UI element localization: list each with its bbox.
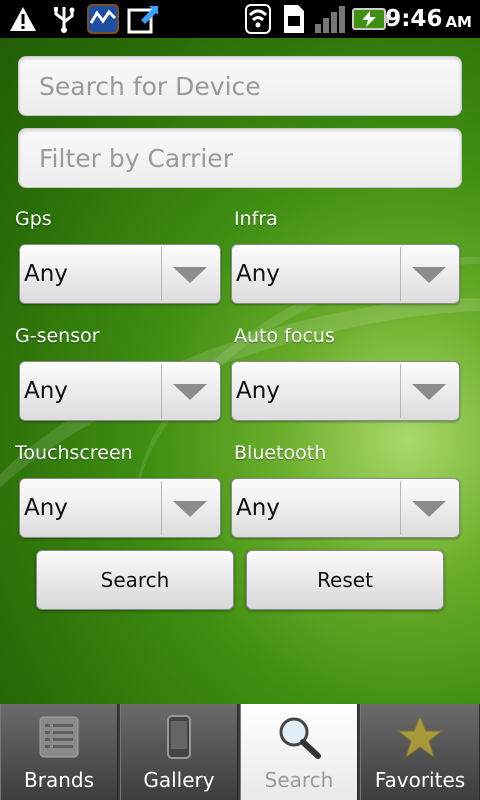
dropdown-arrow-icon bbox=[173, 384, 207, 400]
tab-gallery-label: Gallery bbox=[143, 768, 215, 792]
dropdown-arrow-icon bbox=[173, 501, 207, 517]
tab-favorites[interactable]: Favorites bbox=[360, 704, 480, 800]
auto-focus-select-value: Any bbox=[236, 378, 280, 404]
clock: 9:46 AM bbox=[385, 0, 472, 38]
touchscreen-select-value: Any bbox=[24, 495, 68, 521]
phone-icon bbox=[156, 714, 202, 760]
gps-label: Gps bbox=[15, 208, 52, 230]
tab-brands[interactable]: Brands bbox=[0, 704, 118, 800]
magnifier-icon bbox=[276, 714, 322, 760]
select-divider bbox=[161, 247, 162, 301]
tab-bar: Brands Gallery Search Favorites bbox=[0, 704, 480, 800]
status-bar: 9:46 AM bbox=[0, 0, 480, 38]
tab-search[interactable]: Search bbox=[240, 704, 358, 800]
list-icon bbox=[36, 714, 82, 760]
search-button[interactable]: Search bbox=[36, 550, 234, 610]
bluetooth-label: Bluetooth bbox=[234, 442, 327, 464]
search-device-input[interactable] bbox=[18, 56, 462, 116]
gps-select[interactable]: Any bbox=[19, 244, 221, 304]
infra-select[interactable]: Any bbox=[231, 244, 460, 304]
select-divider bbox=[161, 481, 162, 535]
select-divider bbox=[161, 364, 162, 418]
tab-gallery[interactable]: Gallery bbox=[120, 704, 238, 800]
touchscreen-select[interactable]: Any bbox=[19, 478, 221, 538]
select-divider bbox=[400, 247, 401, 301]
activity-icon bbox=[86, 4, 120, 34]
dropdown-arrow-icon bbox=[173, 267, 207, 283]
warning-icon bbox=[8, 4, 38, 34]
usb-icon bbox=[48, 4, 80, 34]
dropdown-arrow-icon bbox=[412, 267, 446, 283]
clock-time: 9:46 bbox=[385, 6, 443, 32]
touchscreen-label: Touchscreen bbox=[15, 442, 133, 464]
signal-icon bbox=[314, 4, 348, 34]
bluetooth-select-value: Any bbox=[236, 495, 280, 521]
tab-brands-label: Brands bbox=[24, 768, 94, 792]
gps-select-value: Any bbox=[24, 261, 68, 287]
bluetooth-select[interactable]: Any bbox=[231, 478, 460, 538]
carrier-filter-input[interactable] bbox=[18, 128, 462, 188]
auto-focus-label: Auto focus bbox=[234, 325, 335, 347]
infra-label: Infra bbox=[234, 208, 278, 230]
g-sensor-label: G-sensor bbox=[15, 325, 100, 347]
g-sensor-select-value: Any bbox=[24, 378, 68, 404]
star-icon bbox=[396, 714, 444, 760]
infra-select-value: Any bbox=[236, 261, 280, 287]
select-divider bbox=[400, 364, 401, 418]
select-divider bbox=[400, 481, 401, 535]
sim-icon bbox=[280, 4, 308, 34]
download-icon bbox=[126, 4, 160, 34]
dropdown-arrow-icon bbox=[412, 501, 446, 517]
wifi-icon bbox=[242, 4, 274, 34]
tab-favorites-label: Favorites bbox=[374, 768, 466, 792]
reset-button[interactable]: Reset bbox=[246, 550, 444, 610]
dropdown-arrow-icon bbox=[412, 384, 446, 400]
g-sensor-select[interactable]: Any bbox=[19, 361, 221, 421]
auto-focus-select[interactable]: Any bbox=[231, 361, 460, 421]
clock-ampm: AM bbox=[445, 12, 472, 31]
tab-search-label: Search bbox=[264, 768, 334, 792]
